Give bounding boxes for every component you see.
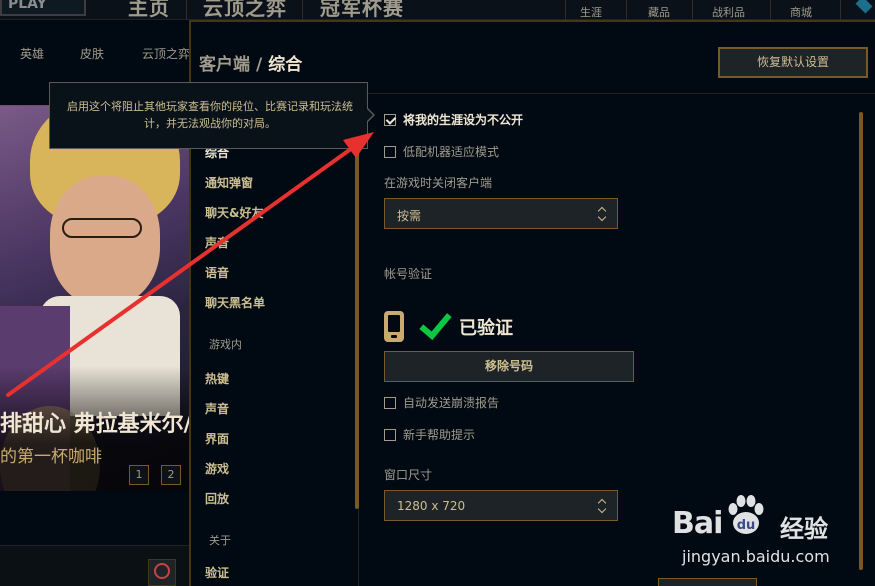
select-arrows-icon [598,206,608,222]
nav-tab-profile[interactable]: 生涯 [580,4,602,20]
champion-art-face [50,176,160,306]
watermark-url: jingyan.baidu.com [682,547,830,566]
private-career-option[interactable]: 将我的生涯设为不公开 [384,111,523,128]
window-size-value: 1280 x 720 [397,499,466,513]
nav-divider [840,0,841,20]
nav-divider [302,0,303,20]
sidebar-item-verification[interactable]: 验证 [205,564,229,581]
baidu-paw-logo: du [728,495,764,534]
subnav-tab-champions[interactable]: 英雄 [20,45,44,62]
nav-divider [626,0,627,20]
nav-tab-collection[interactable]: 藏品 [648,4,670,20]
verified-status: 已验证 [459,318,513,339]
tooltip-text: 启用这个将阻止其他玩家查看你的段位、比赛记录和玩法统计，并无法观战你的对局。 [67,100,353,130]
settings-sidebar: 综合 通知弹窗 聊天&好友 声音 语音 聊天黑名单 游戏内 热键 声音 界面 游… [191,94,359,586]
window-size-label: 窗口尺寸 [384,468,433,482]
newbie-tips-label: 新手帮助提示 [403,428,476,442]
banner-subtitle: 的第一杯咖啡 [0,447,102,467]
nav-divider [565,0,566,20]
sidebar-category-about: 关于 [209,534,231,547]
play-label: PLAY [8,0,47,12]
newbie-tips-option[interactable]: 新手帮助提示 [384,426,475,443]
sidebar-item-chat-friends[interactable]: 聊天&好友 [205,204,263,221]
clock-icon [154,563,170,579]
nav-tab-clash[interactable]: 冠军杯赛 [320,0,404,21]
sub-navigation: 英雄 皮肤 云顶之弈 [0,36,190,68]
sidebar-item-game-sound[interactable]: 声音 [205,400,229,417]
remove-number-button[interactable]: 移除号码 [384,351,634,382]
banner-page-1[interactable]: 1 [129,465,149,485]
close-client-select[interactable]: 按需 [384,198,618,229]
breadcrumb-separator: / [256,55,263,75]
currency-gem-icon[interactable] [855,0,873,14]
sidebar-item-chat-blocklist[interactable]: 聊天黑名单 [205,294,265,311]
private-career-checkbox[interactable] [384,113,396,126]
sidebar-item-voice[interactable]: 语音 [205,264,229,281]
sidebar-item-replays[interactable]: 回放 [205,490,229,507]
newbie-tips-checkbox[interactable] [384,428,396,441]
svg-text:du: du [737,518,756,533]
champion-art-glasses [62,218,142,238]
breadcrumb: 客户端 / 综合 [199,50,302,75]
restore-defaults-button[interactable]: 恢复默认设置 [718,47,868,78]
clock-button[interactable] [148,559,176,586]
low-spec-option[interactable]: 低配机器适应模式 [384,143,499,160]
low-spec-label: 低配机器适应模式 [403,145,500,159]
close-client-value: 按需 [397,209,422,223]
auto-crash-report-option[interactable]: 自动发送崩溃报告 [384,394,499,411]
nav-divider [186,0,187,20]
window-size-select[interactable]: 1280 x 720 [384,490,618,521]
sidebar-category-in-game: 游戏内 [209,338,242,351]
breadcrumb-parent: 客户端 [199,55,250,75]
checkmark-icon [417,312,451,340]
nav-tab-tft[interactable]: 云顶之弈 [203,0,287,21]
nav-divider [692,0,693,20]
nav-tab-home[interactable]: 主页 [128,0,170,21]
sidebar-item-hotkeys[interactable]: 热键 [205,370,229,387]
private-career-label: 将我的生涯设为不公开 [403,113,524,127]
watermark-brand-latin: Bai [672,506,723,541]
close-client-label: 在游戏时关闭客户端 [384,176,493,190]
subnav-tab-skins[interactable]: 皮肤 [80,45,104,62]
sidebar-item-sound[interactable]: 声音 [205,234,229,251]
sidebar-item-game[interactable]: 游戏 [205,460,229,477]
tooltip-caret-inner [367,109,373,121]
nav-tab-store[interactable]: 商城 [790,4,812,20]
banner-title: 排甜心 弗拉基米尔/ [0,412,190,437]
nav-divider [770,0,771,20]
subnav-tab-tft[interactable]: 云顶之弈 [142,45,190,62]
banner-page-2[interactable]: 2 [161,465,181,485]
hero-banner[interactable]: 排甜心 弗拉基米尔/ 的第一杯咖啡 [0,106,190,491]
auto-crash-report-label: 自动发送崩溃报告 [403,396,500,410]
private-career-tooltip: 启用这个将阻止其他玩家查看你的段位、比赛记录和玩法统计，并无法观战你的对局。 [49,82,368,149]
phone-icon [384,311,404,342]
content-scrollbar[interactable] [859,112,863,570]
breadcrumb-current: 综合 [268,55,303,75]
select-arrows-icon [598,498,608,514]
sidebar-item-interface[interactable]: 界面 [205,430,229,447]
account-verify-label: 帐号验证 [384,267,433,281]
bottom-button[interactable] [658,578,757,586]
auto-crash-report-checkbox[interactable] [384,396,396,409]
top-navigation-bar: PLAY 主页 云顶之弈 冠军杯赛 生涯 藏品 战利品 商城 [0,0,875,20]
watermark-brand-cn: 经验 [780,515,828,543]
play-button-logo[interactable]: PLAY [0,0,86,16]
sidebar-item-notifications[interactable]: 通知弹窗 [205,174,253,191]
nav-tab-loot[interactable]: 战利品 [712,4,745,20]
low-spec-checkbox[interactable] [384,145,396,158]
